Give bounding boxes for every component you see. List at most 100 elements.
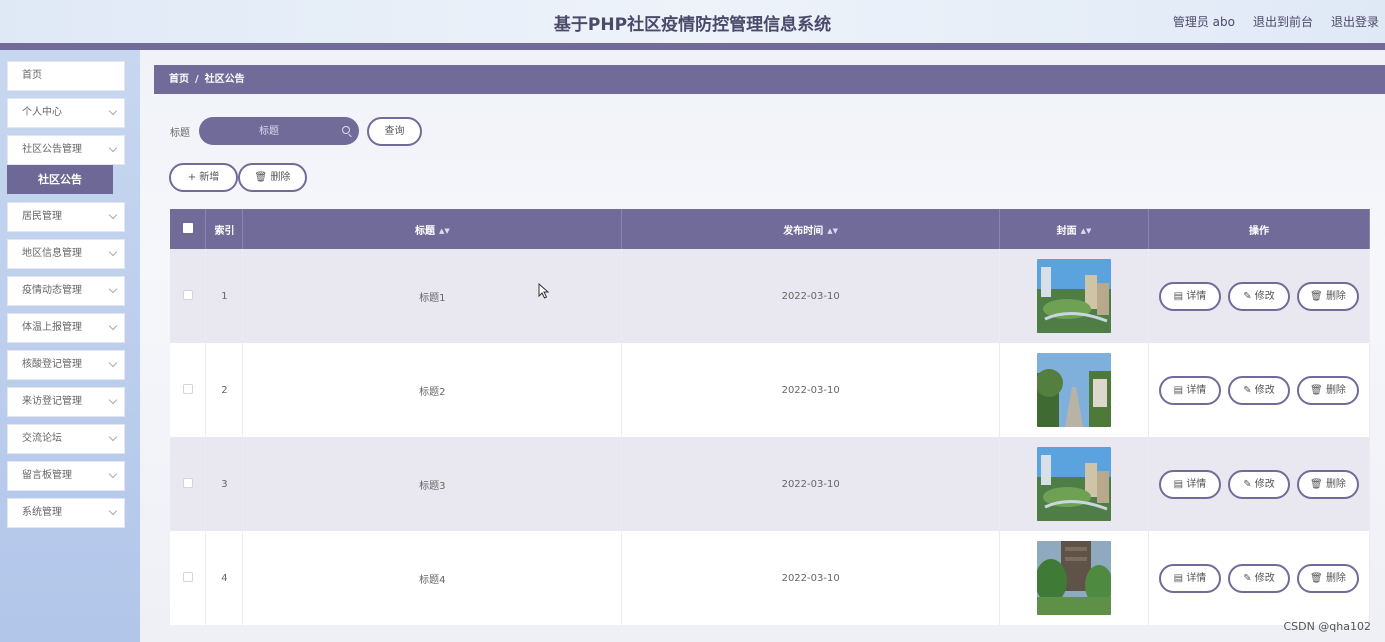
header-links: 管理员 abo 退出到前台 退出登录 [1173, 13, 1379, 30]
row-date: 2022-03-10 [621, 249, 1001, 343]
row-cover-cell [999, 531, 1149, 625]
row-title: 标题1 [242, 249, 623, 343]
header-cover[interactable]: 封面 ▲▼ [999, 209, 1149, 249]
breadcrumb-home[interactable]: 首页 [169, 74, 189, 85]
sidebar-item-label: 体温上报管理 [22, 322, 82, 333]
batch-delete-label: 删除 [270, 172, 291, 183]
batch-delete-button[interactable]: 🗑 删除 [238, 163, 307, 192]
row-checkbox-cell [170, 531, 207, 625]
detail-button[interactable]: ▤ 详情 [1159, 281, 1221, 311]
sidebar-item-forum[interactable]: 交流论坛 [7, 424, 125, 454]
sidebar-item-personal-center[interactable]: 个人中心 [7, 98, 125, 128]
sidebar-item-label: 首页 [22, 70, 42, 81]
sort-icon: ▲▼ [1080, 226, 1092, 235]
detail-button[interactable]: ▤ 详情 [1159, 375, 1221, 405]
header-index: 索引 [205, 209, 244, 249]
detail-label: 详情 [1186, 290, 1207, 302]
chevron-down-icon [108, 395, 118, 405]
delete-label: 删除 [1325, 384, 1346, 396]
sort-icon: ▲▼ [438, 226, 450, 235]
delete-button[interactable]: 🗑 删除 [1297, 469, 1359, 499]
query-button[interactable]: 查询 [367, 117, 422, 146]
cover-image [1037, 353, 1112, 427]
header-date-label: 发布时间 [783, 225, 824, 237]
sidebar-item-resident-management[interactable]: 居民管理 [7, 202, 125, 232]
delete-button[interactable]: 🗑 删除 [1297, 563, 1359, 593]
sidebar-item-notice-management[interactable]: 社区公告管理 [7, 135, 125, 165]
cover-image [1037, 541, 1112, 615]
edit-button[interactable]: ✎ 修改 [1228, 469, 1290, 499]
detail-icon: ▤ [1173, 478, 1184, 490]
edit-button[interactable]: ✎ 修改 [1228, 563, 1290, 593]
chevron-down-icon [108, 106, 118, 116]
table-header-row: 索引 标题 ▲▼ 发布时间 ▲▼ 封面 ▲▼ 操作 [170, 209, 1370, 249]
sidebar: 首页 个人中心 社区公告管理 社区公告 居民管理 地区信息管理 疫情动态管理 体… [0, 50, 140, 642]
row-index: 1 [205, 249, 244, 343]
search-icon [342, 126, 350, 134]
row-date: 2022-03-10 [621, 531, 1001, 625]
plus-icon: + [187, 172, 197, 183]
admin-user-link[interactable]: 管理员 abo [1173, 13, 1235, 30]
sidebar-item-system-management[interactable]: 系统管理 [7, 498, 125, 528]
sidebar-item-label: 留言板管理 [22, 470, 72, 481]
delete-button[interactable]: 🗑 删除 [1297, 375, 1359, 405]
chevron-down-icon [108, 284, 118, 294]
edit-icon: ✎ [1243, 384, 1252, 396]
row-checkbox[interactable] [182, 289, 193, 300]
chevron-down-icon [108, 247, 118, 257]
sidebar-item-epidemic-news[interactable]: 疫情动态管理 [7, 276, 125, 306]
exit-to-front-link[interactable]: 退出到前台 [1253, 13, 1313, 30]
chevron-down-icon [108, 321, 118, 331]
edit-button[interactable]: ✎ 修改 [1228, 375, 1290, 405]
edit-label: 修改 [1254, 478, 1275, 490]
detail-button[interactable]: ▤ 详情 [1159, 469, 1221, 499]
row-checkbox-cell [170, 343, 207, 437]
row-checkbox[interactable] [182, 477, 193, 488]
row-checkbox[interactable] [182, 571, 193, 582]
header-cover-label: 封面 [1056, 225, 1077, 237]
logout-link[interactable]: 退出登录 [1331, 13, 1379, 30]
detail-label: 详情 [1186, 478, 1207, 490]
sidebar-item-visitor-registration[interactable]: 来访登记管理 [7, 387, 125, 417]
watermark: CSDN @qha102 [1283, 620, 1371, 633]
detail-button[interactable]: ▤ 详情 [1159, 563, 1221, 593]
header-title[interactable]: 标题 ▲▼ [242, 209, 623, 249]
cover-image [1037, 447, 1112, 521]
row-checkbox[interactable] [182, 383, 193, 394]
edit-icon: ✎ [1243, 572, 1252, 584]
row-title: 标题3 [242, 437, 623, 531]
trash-icon: 🗑 [1310, 384, 1323, 396]
select-all-cell [170, 209, 207, 249]
select-all-checkbox[interactable] [182, 222, 193, 233]
sidebar-item-message-board[interactable]: 留言板管理 [7, 461, 125, 491]
search-label: 标题 [170, 128, 190, 139]
trash-icon: 🗑 [1310, 572, 1323, 584]
sidebar-item-label: 居民管理 [22, 211, 62, 222]
delete-button[interactable]: 🗑 删除 [1297, 281, 1359, 311]
header-title-label: 标题 [414, 225, 435, 237]
sidebar-subitem-notice[interactable]: 社区公告 [7, 165, 113, 194]
sidebar-item-region-info[interactable]: 地区信息管理 [7, 239, 125, 269]
notice-table: 索引 标题 ▲▼ 发布时间 ▲▼ 封面 ▲▼ 操作 1 标题1 2022-03-10 [170, 209, 1370, 625]
row-cover-cell [999, 249, 1149, 343]
chevron-down-icon [108, 143, 118, 153]
sidebar-item-temperature-report[interactable]: 体温上报管理 [7, 313, 125, 343]
row-ops-cell: ▤ 详情 ✎ 修改 🗑 删除 [1148, 437, 1370, 531]
sidebar-item-label: 个人中心 [22, 107, 62, 118]
sidebar-item-home[interactable]: 首页 [7, 61, 125, 91]
row-index: 4 [205, 531, 244, 625]
add-button[interactable]: + 新增 [169, 163, 238, 192]
search-input[interactable] [199, 117, 359, 145]
row-index: 3 [205, 437, 244, 531]
chevron-down-icon [108, 432, 118, 442]
delete-label: 删除 [1325, 478, 1346, 490]
header-ops: 操作 [1148, 209, 1370, 249]
table-row: 1 标题1 2022-03-10 ▤ 详情 ✎ 修改 🗑 删除 [170, 249, 1370, 343]
sidebar-item-label: 疫情动态管理 [22, 285, 82, 296]
sidebar-item-nucleic-test[interactable]: 核酸登记管理 [7, 350, 125, 380]
row-date: 2022-03-10 [621, 343, 1001, 437]
header-date[interactable]: 发布时间 ▲▼ [621, 209, 1001, 249]
app-header: 基于PHP社区疫情防控管理信息系统 管理员 abo 退出到前台 退出登录 [0, 0, 1385, 43]
chevron-down-icon [108, 469, 118, 479]
edit-button[interactable]: ✎ 修改 [1228, 281, 1290, 311]
